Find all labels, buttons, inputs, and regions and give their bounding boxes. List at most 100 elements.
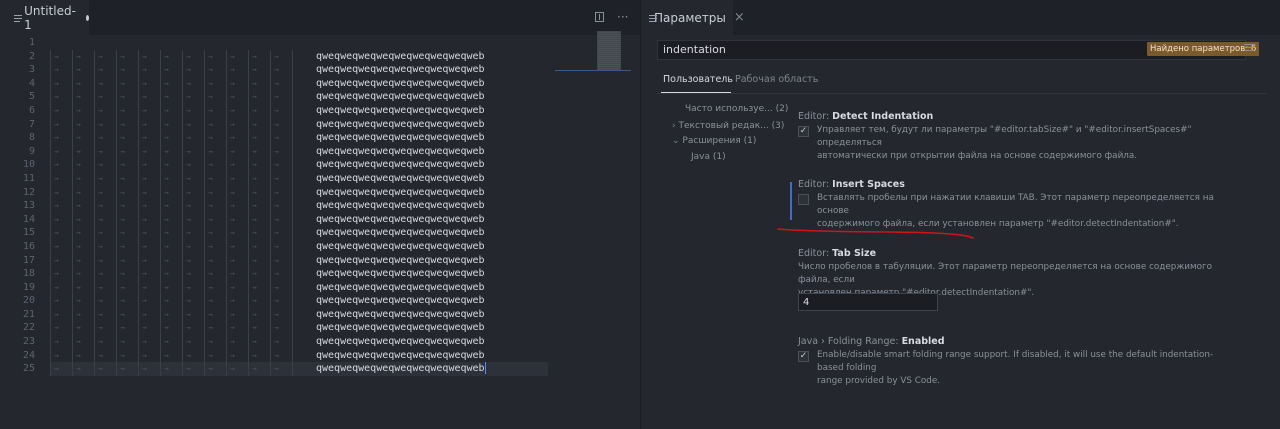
indent-guide (138, 267, 139, 281)
indent-guide (138, 185, 139, 200)
code-line[interactable]: → → → → → → → → → → → qweqweqweqweqweqweqweqweqweb (50, 158, 550, 172)
code-line[interactable]: → → → → → → → → → → → qweqweqweqweqweqweqweqweqweb (50, 321, 550, 336)
more-actions-button[interactable]: ··· (617, 10, 628, 24)
code-line[interactable]: → → → → → → → → → → → qweqweqweqweqweqweqweqweqweb (50, 49, 550, 64)
indent-guide (248, 348, 249, 363)
indent-guide (72, 362, 73, 376)
unsaved-dot-icon[interactable] (85, 14, 89, 21)
indent-guide (94, 280, 95, 295)
tab-workspace-scope[interactable]: Рабочая область (735, 74, 818, 85)
tab-arrow-icon: → (120, 337, 125, 347)
tab-arrow-icon: → (208, 255, 213, 265)
tab-user-scope[interactable]: Пользователь (663, 74, 733, 85)
indent-guide (116, 158, 117, 172)
tab-arrow-icon: → (274, 364, 279, 374)
line-number: 22 (22, 322, 35, 334)
indent-guide (226, 294, 227, 308)
code-editor[interactable]: → → → → → → → → → → → qweqweqweqweqweqweqweqweqweb →… (50, 36, 550, 376)
tab-arrow-icon: → (76, 146, 81, 156)
code-line[interactable]: → → → → → → → → → → → qweqweqweqweqweqweqweqweqweb (50, 280, 550, 295)
line-number: 4 (28, 77, 35, 89)
tab-arrow-icon: → (208, 296, 213, 306)
filter-icon[interactable] (1244, 44, 1254, 53)
code-line[interactable]: → → → → → → → → → → → qweqweqweqweqweqweqweqweqweb (50, 267, 550, 281)
code-line[interactable]: → → → → → → → → → → → qweqweqweqweqweqweqweqweqweb (50, 63, 550, 77)
code-line[interactable]: → → → → → → → → → → → qweqweqweqweqweqweqweqweqweb (50, 144, 550, 159)
tab-arrow-icon: → (142, 241, 147, 251)
tab-arrow-icon: → (98, 296, 103, 306)
toc-item-java[interactable]: Java (1) (691, 152, 726, 162)
code-line[interactable]: → → → → → → → → → → → qweqweqweqweqweqweqweqweqweb (50, 185, 550, 200)
tab-arrow-icon: → (164, 173, 169, 183)
tab-arrow-icon: → (230, 296, 235, 306)
minimap-slider[interactable] (597, 31, 621, 71)
tab-arrow-icon: → (230, 364, 235, 374)
close-icon[interactable]: × (734, 10, 745, 25)
indent-guide (248, 280, 249, 295)
code-line[interactable]: → → → → → → → → → → → qweqweqweqweqweqweqweqweqweb (50, 76, 550, 91)
code-line[interactable]: → → → → → → → → → → → qweqweqweqweqweqweqweqweqweb (50, 131, 550, 145)
indent-guide (138, 348, 139, 363)
tab-arrow-icon: → (76, 214, 81, 224)
code-line[interactable]: → → → → → → → → → → → qweqweqweqweqweqweqweqweqweb (50, 362, 548, 376)
indent-guide (204, 103, 205, 118)
split-editor-button[interactable] (595, 12, 604, 22)
code-line[interactable]: → → → → → → → → → → → qweqweqweqweqweqweqweqweqweb (50, 294, 550, 308)
indent-guide (226, 158, 227, 172)
indent-guide (94, 267, 95, 281)
code-text: qweqweqweqweqweqweqweqweqweb (316, 145, 485, 157)
code-line[interactable]: → → → → → → → → → → → qweqweqweqweqweqweqweqweqweb (50, 171, 550, 186)
tab-arrow-icon: → (120, 282, 125, 292)
toc-item-extensions[interactable]: ⌄ Расширения (1) (672, 136, 756, 146)
code-line[interactable]: → → → → → → → → → → → qweqweqweqweqweqweqweqweqweb (50, 226, 550, 240)
indent-guide (270, 185, 271, 200)
tab-arrow-icon: → (208, 119, 213, 129)
indent-guide (292, 90, 293, 104)
tab-settings[interactable]: Параметры × (641, 0, 745, 35)
code-line[interactable]: → → → → → → → → → → → qweqweqweqweqweqweqweqweqweb (50, 103, 550, 118)
indent-guide (72, 239, 73, 254)
indent-guide (292, 307, 293, 322)
tab-untitled-1[interactable]: Untitled-1 (0, 0, 89, 35)
indent-guide (248, 212, 249, 227)
indent-guide (72, 185, 73, 200)
code-line[interactable]: → → → → → → → → → → → qweqweqweqweqweqweqweqweqweb (50, 199, 550, 213)
code-line[interactable]: → → → → → → → → → → → qweqweqweqweqweqweqweqweqweb (50, 117, 550, 132)
toc-item-text-editor[interactable]: › Текстовый редак... (3) (672, 121, 784, 131)
indent-guide (116, 335, 117, 349)
code-line[interactable]: → → → → → → → → → → → qweqweqweqweqweqweqweqweqweb (50, 348, 550, 363)
indent-guide (116, 280, 117, 295)
indent-guide (270, 158, 271, 172)
code-line[interactable] (50, 36, 550, 50)
code-line[interactable]: → → → → → → → → → → → qweqweqweqweqweqweqweqweqweb (50, 239, 550, 254)
detect-indentation-checkbox[interactable]: ✓ (798, 126, 809, 137)
indent-guide (50, 63, 51, 77)
indent-guide (50, 131, 51, 145)
tab-arrow-icon: → (164, 105, 169, 115)
indent-guide (116, 321, 117, 336)
code-line[interactable]: → → → → → → → → → → → qweqweqweqweqweqweqweqweqweb (50, 253, 550, 268)
indent-guide (50, 253, 51, 268)
tab-arrow-icon: → (76, 65, 81, 75)
code-line[interactable]: → → → → → → → → → → → qweqweqweqweqweqweqweqweqweb (50, 212, 550, 227)
indent-guide (292, 348, 293, 363)
tab-arrow-icon: → (252, 282, 257, 292)
code-text: qweqweqweqweqweqweqweqweqweb (316, 362, 486, 375)
tab-size-input[interactable]: 4 (798, 293, 938, 311)
code-line[interactable]: → → → → → → → → → → → qweqweqweqweqweqweqweqweqweb (50, 307, 550, 322)
tab-arrow-icon: → (164, 51, 169, 61)
insert-spaces-checkbox[interactable] (798, 194, 809, 205)
tab-arrow-icon: → (142, 173, 147, 183)
line-number: 23 (22, 336, 35, 348)
code-line[interactable]: → → → → → → → → → → → qweqweqweqweqweqweqweqweqweb (50, 335, 550, 349)
indent-guide (50, 321, 51, 336)
toc-item-commonly-used[interactable]: Часто используе... (2) (685, 104, 788, 114)
tab-arrow-icon: → (142, 92, 147, 102)
tab-arrow-icon: → (142, 119, 147, 129)
tab-arrow-icon: → (208, 269, 213, 279)
tab-arrow-icon: → (230, 337, 235, 347)
java-folding-range-checkbox[interactable]: ✓ (798, 351, 809, 362)
code-line[interactable]: → → → → → → → → → → → qweqweqweqweqweqweqweqweqweb (50, 90, 550, 104)
indent-guide (72, 171, 73, 186)
indent-guide (292, 362, 293, 376)
